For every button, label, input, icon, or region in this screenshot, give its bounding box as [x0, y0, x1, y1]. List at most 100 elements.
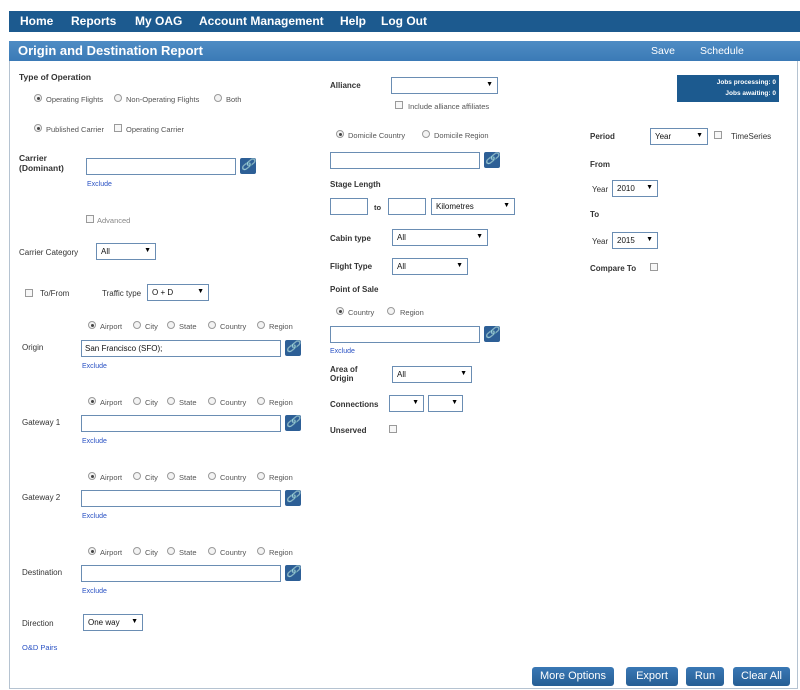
unserved-checkbox[interactable]	[389, 425, 397, 433]
origin-city-radio[interactable]	[133, 321, 141, 329]
nav-home[interactable]: Home	[20, 14, 53, 28]
both-radio[interactable]	[214, 94, 222, 102]
more-options-button[interactable]: More Options	[532, 667, 614, 686]
gateway1-state-radio[interactable]	[167, 397, 175, 405]
period-select[interactable]: Year ▼	[650, 128, 708, 145]
non-operating-flights-radio[interactable]	[114, 94, 122, 102]
point-of-sale-input[interactable]	[330, 326, 480, 343]
domicile-country-radio[interactable]	[336, 130, 344, 138]
gateway2-city-label: City	[145, 473, 158, 482]
period-label: Period	[590, 132, 615, 141]
include-alliance-affiliates-label: Include alliance affiliates	[408, 102, 490, 111]
gateway1-input[interactable]	[81, 415, 281, 432]
domicile-region-radio[interactable]	[422, 130, 430, 138]
to-year-select[interactable]: 2015 ▼	[612, 232, 658, 249]
destination-input[interactable]	[81, 565, 281, 582]
gateway2-state-radio[interactable]	[167, 472, 175, 480]
gateway1-exclude-link[interactable]: Exclude	[82, 438, 107, 445]
gateway1-region-radio[interactable]	[257, 397, 265, 405]
alliance-select[interactable]: ▼	[391, 77, 498, 94]
destination-airport-radio[interactable]	[88, 547, 96, 555]
published-carrier-radio[interactable]	[34, 124, 42, 132]
destination-city-radio[interactable]	[133, 547, 141, 555]
point-of-sale-picker-icon[interactable]: 🔗	[484, 326, 500, 342]
connections-min-select[interactable]: ▼	[389, 395, 424, 412]
gateway2-input[interactable]	[81, 490, 281, 507]
nav-reports[interactable]: Reports	[71, 14, 116, 28]
pos-country-radio[interactable]	[336, 307, 344, 315]
from-label: From	[590, 160, 610, 169]
save-link[interactable]: Save	[651, 45, 675, 57]
triangle-down-icon: ▼	[646, 184, 653, 191]
stage-length-to-input[interactable]	[388, 198, 426, 215]
domicile-input[interactable]	[330, 152, 480, 169]
carrier-picker-icon[interactable]: 🔗	[240, 158, 256, 174]
origin-state-radio[interactable]	[167, 321, 175, 329]
clear-all-button[interactable]: Clear All	[733, 667, 790, 686]
carrier-category-label: Carrier Category	[19, 248, 79, 257]
gateway2-city-radio[interactable]	[133, 472, 141, 480]
nav-log-out[interactable]: Log Out	[381, 14, 427, 28]
gateway2-exclude-link[interactable]: Exclude	[82, 513, 107, 520]
destination-country-label: Country	[220, 548, 247, 557]
destination-picker-icon[interactable]: 🔗	[285, 565, 301, 581]
gateway1-country-radio[interactable]	[208, 397, 216, 405]
triangle-down-icon: ▼	[646, 236, 653, 243]
run-button[interactable]: Run	[686, 667, 724, 686]
carrier-input[interactable]	[86, 158, 236, 175]
gateway1-city-label: City	[145, 398, 158, 407]
stage-length-from-input[interactable]	[330, 198, 368, 215]
origin-airport-radio[interactable]	[88, 321, 96, 329]
area-of-origin-select[interactable]: All ▼	[392, 366, 472, 383]
destination-exclude-link[interactable]: Exclude	[82, 588, 107, 595]
carrier-category-select[interactable]: All ▼	[96, 243, 156, 260]
destination-country-radio[interactable]	[208, 547, 216, 555]
include-alliance-affiliates-checkbox[interactable]	[395, 101, 403, 109]
gateway2-picker-icon[interactable]: 🔗	[285, 490, 301, 506]
origin-picker-icon[interactable]: 🔗	[285, 340, 301, 356]
timeseries-checkbox[interactable]	[714, 131, 722, 139]
destination-state-radio[interactable]	[167, 547, 175, 555]
gateway1-airport-radio[interactable]	[88, 397, 96, 405]
gateway1-airport-label: Airport	[100, 398, 123, 407]
stage-length-label: Stage Length	[330, 180, 381, 189]
origin-exclude-link[interactable]: Exclude	[82, 363, 107, 370]
origin-country-radio[interactable]	[208, 321, 216, 329]
pos-region-radio[interactable]	[387, 307, 395, 315]
gateway2-airport-radio[interactable]	[88, 472, 96, 480]
origin-label: Origin	[22, 343, 44, 352]
gateway2-region-radio[interactable]	[257, 472, 265, 480]
origin-input[interactable]: San Francisco (SFO);	[81, 340, 281, 357]
to-from-checkbox[interactable]	[25, 289, 33, 297]
origin-region-radio[interactable]	[257, 321, 265, 329]
connections-label: Connections	[330, 400, 379, 409]
nav-help[interactable]: Help	[340, 14, 366, 28]
cabin-type-select[interactable]: All ▼	[392, 229, 488, 246]
nav-my-oag[interactable]: My OAG	[135, 14, 182, 28]
origin-airport-label: Airport	[100, 322, 123, 331]
gateway2-country-radio[interactable]	[208, 472, 216, 480]
flight-type-select[interactable]: All ▼	[392, 258, 468, 275]
domicile-country-label: Domicile Country	[348, 131, 406, 140]
operating-carrier-checkbox[interactable]	[114, 124, 122, 132]
triangle-down-icon: ▼	[131, 618, 138, 625]
export-button[interactable]: Export	[626, 667, 678, 686]
domicile-picker-icon[interactable]: 🔗	[484, 152, 500, 168]
nav-account-management[interactable]: Account Management	[199, 14, 324, 28]
advanced-checkbox[interactable]	[86, 215, 94, 223]
operating-flights-radio[interactable]	[34, 94, 42, 102]
gateway1-picker-icon[interactable]: 🔗	[285, 415, 301, 431]
from-year-select[interactable]: 2010 ▼	[612, 180, 658, 197]
stage-length-units-select[interactable]: Kilometres ▼	[431, 198, 515, 215]
schedule-link[interactable]: Schedule	[700, 45, 744, 57]
direction-select[interactable]: One way ▼	[83, 614, 143, 631]
destination-region-radio[interactable]	[257, 547, 265, 555]
traffic-type-select[interactable]: O + D ▼	[147, 284, 209, 301]
triangle-down-icon: ▼	[412, 399, 419, 406]
carrier-exclude-link[interactable]: Exclude	[87, 181, 112, 188]
connections-max-select[interactable]: ▼	[428, 395, 463, 412]
gateway1-city-radio[interactable]	[133, 397, 141, 405]
od-pairs-link[interactable]: O&D Pairs	[22, 643, 57, 652]
compare-to-checkbox[interactable]	[650, 263, 658, 271]
pos-exclude-link[interactable]: Exclude	[330, 348, 355, 355]
